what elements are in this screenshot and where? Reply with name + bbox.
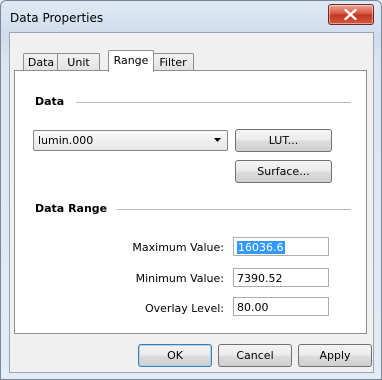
overlay-level-text: 80.00 bbox=[237, 301, 269, 314]
dataset-select-value: lumin.000 bbox=[38, 134, 94, 147]
data-section-divider bbox=[76, 102, 351, 103]
overlay-level-field[interactable]: 80.00 bbox=[233, 297, 329, 316]
tab-unit[interactable]: Unit bbox=[57, 53, 100, 71]
minimum-value-text: 7390.52 bbox=[237, 272, 283, 285]
tab-filter[interactable]: Filter bbox=[152, 53, 194, 71]
title-bar[interactable]: Data Properties bbox=[1, 1, 381, 33]
tab-unit-label: Unit bbox=[67, 56, 90, 69]
data-section-heading: Data bbox=[35, 95, 65, 108]
overlay-level-label: Overlay Level: bbox=[144, 302, 224, 315]
minimum-value-label: Minimum Value: bbox=[135, 272, 224, 285]
tab-data-label: Data bbox=[27, 56, 55, 69]
cancel-button[interactable]: Cancel bbox=[218, 344, 292, 367]
surface-button[interactable]: Surface... bbox=[235, 160, 332, 183]
maximum-value-label: Maximum Value: bbox=[132, 241, 224, 254]
data-range-section-divider bbox=[117, 209, 351, 210]
lut-button[interactable]: LUT... bbox=[235, 129, 332, 152]
dataset-select[interactable]: lumin.000 bbox=[33, 130, 228, 151]
chevron-down-icon bbox=[214, 138, 221, 142]
close-button[interactable] bbox=[328, 4, 374, 25]
tab-range-label: Range bbox=[113, 54, 149, 67]
apply-button[interactable]: Apply bbox=[298, 344, 372, 367]
close-icon bbox=[344, 9, 357, 20]
data-range-section-heading: Data Range bbox=[35, 202, 108, 215]
tab-filter-label: Filter bbox=[159, 56, 187, 69]
window-title: Data Properties bbox=[10, 11, 104, 25]
minimum-value-field[interactable]: 7390.52 bbox=[233, 268, 329, 287]
tab-data[interactable]: Data bbox=[23, 53, 59, 71]
maximum-value-field[interactable]: 16036.6 bbox=[233, 237, 329, 256]
maximum-value-text: 16036.6 bbox=[237, 241, 285, 254]
tab-range[interactable]: Range bbox=[108, 50, 154, 72]
ok-button[interactable]: OK bbox=[138, 344, 212, 367]
